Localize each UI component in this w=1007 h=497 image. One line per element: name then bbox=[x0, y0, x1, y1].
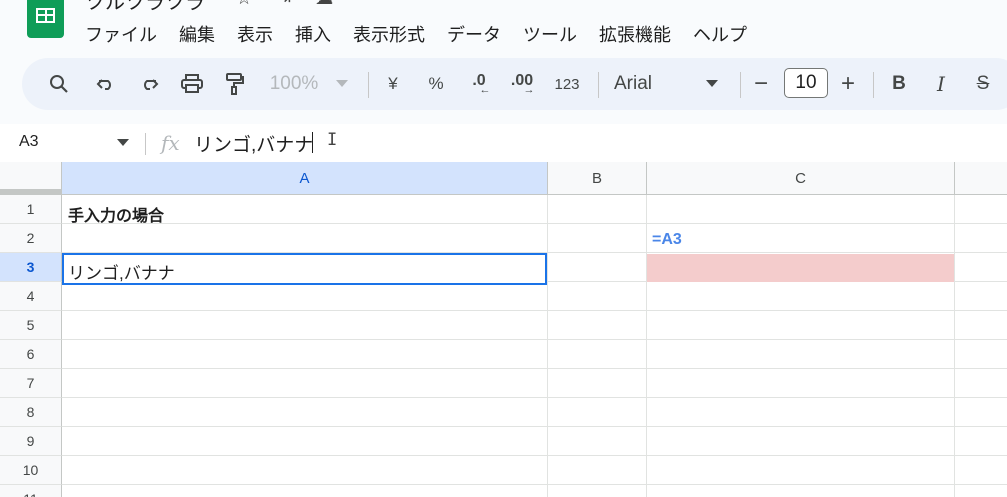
name-box-chevron-down-icon[interactable] bbox=[117, 139, 129, 146]
column-header-d[interactable] bbox=[955, 162, 1007, 195]
formula-bar-divider bbox=[145, 133, 146, 155]
strikethrough-button[interactable]: S bbox=[970, 71, 996, 97]
fx-icon: fx bbox=[161, 131, 180, 155]
bold-button[interactable]: B bbox=[886, 71, 912, 97]
grid-line bbox=[62, 223, 1007, 224]
arrow-right-icon: → bbox=[523, 83, 535, 96]
menu-file[interactable]: ファイル bbox=[74, 19, 168, 45]
cell-a3-selected[interactable]: リンゴ,バナナ bbox=[62, 253, 547, 285]
column-header-b[interactable]: B bbox=[548, 162, 647, 195]
sheets-logo-icon[interactable] bbox=[27, 0, 64, 38]
grid-line bbox=[62, 426, 1007, 427]
column-header-c[interactable]: C bbox=[647, 162, 955, 195]
row-header-1[interactable]: 1 bbox=[0, 195, 62, 224]
toolbar-divider bbox=[873, 72, 874, 98]
ibeam-cursor-icon: I bbox=[327, 130, 338, 150]
toolbar: 100% ¥ % .0 ← .00 → 123 Arial − 10 + B I… bbox=[22, 58, 1007, 110]
font-size-input[interactable]: 10 bbox=[784, 68, 828, 98]
cell-c3[interactable] bbox=[647, 254, 954, 282]
menu-data[interactable]: データ bbox=[436, 19, 512, 45]
toolbar-divider bbox=[598, 72, 599, 98]
grid-line bbox=[954, 195, 955, 497]
menu-help[interactable]: ヘルプ bbox=[682, 19, 758, 45]
search-icon[interactable] bbox=[46, 71, 72, 97]
star-icon[interactable]: ☆ bbox=[236, 0, 276, 8]
row-header-11[interactable]: 11 bbox=[0, 485, 62, 497]
row-header-3[interactable]: 3 bbox=[0, 253, 62, 282]
number-format-button[interactable]: 123 bbox=[550, 71, 584, 97]
formula-bar: A3 fx リンゴ,バナナ I bbox=[0, 124, 1007, 163]
menu-extensions[interactable]: 拡張機能 bbox=[588, 19, 682, 45]
text-caret bbox=[312, 132, 313, 153]
menu-view[interactable]: 表示 bbox=[226, 19, 284, 45]
increase-decimal-button[interactable]: .00 → bbox=[504, 71, 540, 97]
row-header-9[interactable]: 9 bbox=[0, 427, 62, 456]
menu-format[interactable]: 表示形式 bbox=[342, 19, 436, 45]
row-header-8[interactable]: 8 bbox=[0, 398, 62, 427]
grid-line bbox=[547, 195, 548, 497]
menu-edit[interactable]: 編集 bbox=[168, 19, 226, 45]
font-select[interactable]: Arial bbox=[614, 71, 662, 97]
row-header-6[interactable]: 6 bbox=[0, 340, 62, 369]
redo-icon[interactable] bbox=[136, 71, 162, 97]
arrow-left-icon: ← bbox=[479, 83, 491, 96]
grid-line bbox=[62, 455, 1007, 456]
font-chevron-down-icon[interactable] bbox=[704, 71, 720, 97]
move-icon[interactable]: ⇥ bbox=[276, 0, 315, 8]
grid-line bbox=[646, 195, 647, 497]
menu-bar: ファイル 編集 表示 挿入 表示形式 データ ツール 拡張機能 ヘルプ bbox=[74, 19, 758, 45]
grid-line bbox=[62, 368, 1007, 369]
grid-line bbox=[62, 310, 1007, 311]
formula-input[interactable]: リンゴ,バナナ bbox=[194, 130, 313, 157]
grid-line bbox=[62, 397, 1007, 398]
title-icons: ☆⇥☁ bbox=[236, 0, 357, 9]
row-header-4[interactable]: 4 bbox=[0, 282, 62, 311]
name-box[interactable]: A3 bbox=[19, 133, 39, 151]
menu-tools[interactable]: ツール bbox=[512, 19, 588, 45]
select-all-corner[interactable] bbox=[0, 162, 62, 195]
row-header-5[interactable]: 5 bbox=[0, 311, 62, 340]
row-header-10[interactable]: 10 bbox=[0, 456, 62, 485]
cloud-status-icon[interactable]: ☁ bbox=[315, 0, 357, 8]
toolbar-divider bbox=[368, 72, 369, 98]
grid-line bbox=[62, 484, 1007, 485]
cell-a1[interactable]: 手入力の場合 bbox=[68, 202, 164, 226]
paint-format-icon[interactable] bbox=[222, 71, 248, 97]
menu-insert[interactable]: 挿入 bbox=[284, 19, 342, 45]
undo-icon[interactable] bbox=[93, 71, 119, 97]
zoom-chevron-down-icon[interactable] bbox=[334, 71, 350, 97]
grid-line bbox=[62, 339, 1007, 340]
document-title[interactable]: ツルツラツラ bbox=[85, 0, 205, 15]
cell-a3-value: リンゴ,バナナ bbox=[68, 264, 175, 283]
row-header-2[interactable]: 2 bbox=[0, 224, 62, 253]
toolbar-divider bbox=[740, 72, 741, 98]
print-icon[interactable] bbox=[179, 71, 205, 97]
italic-button[interactable]: I bbox=[928, 71, 954, 97]
app-header: ツルツラツラ ☆⇥☁ ファイル 編集 表示 挿入 表示形式 データ ツール 拡張… bbox=[0, 0, 1007, 58]
decrease-decimal-button[interactable]: .0 ← bbox=[462, 71, 496, 97]
increase-font-size-button[interactable]: + bbox=[837, 70, 859, 97]
currency-format-button[interactable]: ¥ bbox=[380, 71, 406, 97]
spreadsheet-grid: A B C 1 2 3 4 5 6 7 8 9 10 11 手入力の場合 =A3… bbox=[0, 162, 1007, 497]
percent-format-button[interactable]: % bbox=[423, 71, 449, 97]
zoom-select[interactable]: 100% bbox=[266, 71, 322, 97]
row-header-7[interactable]: 7 bbox=[0, 369, 62, 398]
column-header-a[interactable]: A bbox=[62, 162, 548, 195]
decrease-font-size-button[interactable]: − bbox=[750, 70, 772, 97]
cell-c2[interactable]: =A3 bbox=[652, 231, 682, 249]
